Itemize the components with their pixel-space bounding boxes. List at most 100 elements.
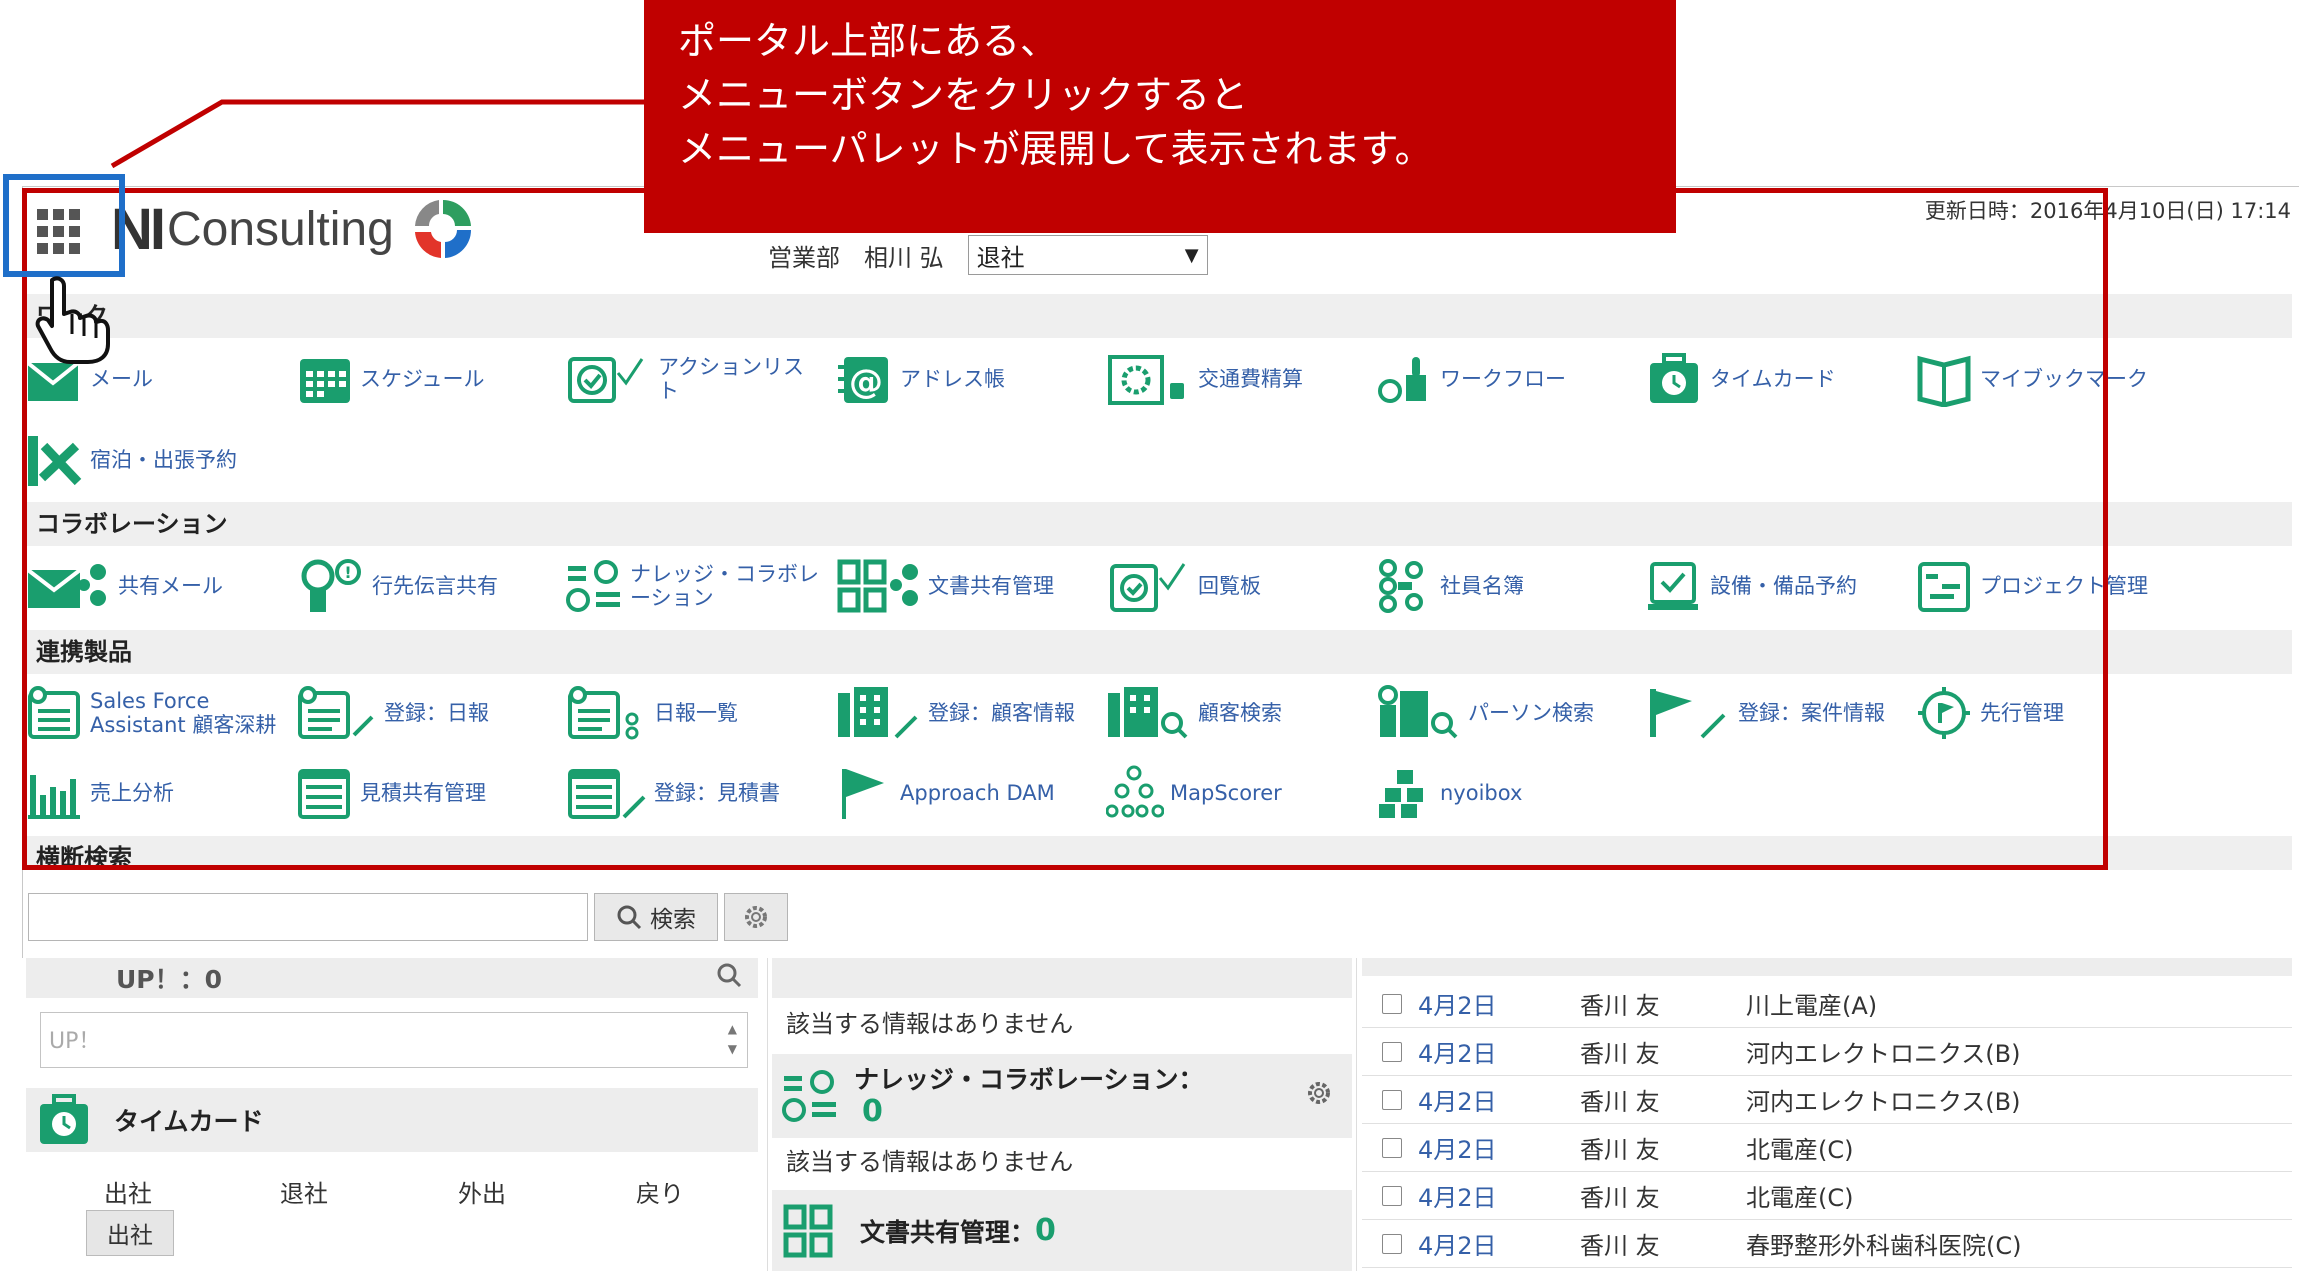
docs-title: 文書共有管理： [860,1217,1036,1247]
portal-content: UP！：0 UP！ ▲ ▼ タイムカード 出社 退社 外出 戻り 出社 該当する情… [22,958,2299,1271]
timecard-panel-header: タイムカード [26,1088,758,1152]
menu-item-register-daily-report[interactable]: 登録：日報 [296,678,564,748]
logo-ni: NI [111,196,166,262]
table-row[interactable]: 4月2日 香川 友川上電産(A) [1362,980,2292,1028]
spinner-arrows-icon[interactable]: ▲ ▼ [728,1019,737,1059]
table-row[interactable]: 4月2日 香川 友北電産(C) [1362,1124,2292,1172]
menu-item-knowledge[interactable]: ナレッジ・コラボレーション [566,551,834,621]
row-checkbox[interactable] [1382,1233,1402,1254]
search-button[interactable]: 検索 [594,893,718,941]
svg-text:!: ! [344,563,351,582]
building-search-icon [1108,687,1188,739]
cross-search-input[interactable] [28,893,588,941]
section-collaboration: コラボレーション [22,502,2292,546]
person-search-icon [1378,685,1458,739]
up-input[interactable]: UP！ ▲ ▼ [40,1012,748,1068]
menu-item-bookmark[interactable]: マイブックマーク [1916,344,2184,414]
timecard-icon [1650,353,1698,403]
knowledge-panel-header: ナレッジ・コラボレーション： 0 [772,1054,1352,1138]
callout-line-2: メニューボタンをクリックすると [678,73,1249,117]
search-button-label: 検索 [650,907,696,933]
menu-item-address-book[interactable]: @ アドレス帳 [836,344,1104,414]
section-linked-products: 連携製品 [22,630,2292,674]
menu-palette: ワーク メール スケジュール アクションリスト @ アドレス帳 交通費精算 ワー… [22,290,2292,870]
menu-item-customer-search[interactable]: 顧客検索 [1106,678,1374,748]
menu-item-sfa-customer[interactable]: Sales Force Assistant 顧客深耕 [26,678,294,748]
status-value: 退社 [976,243,1025,272]
facility-icon [1648,562,1698,610]
menu-item-nyoibox[interactable]: nyoibox [1376,758,1644,828]
menu-item-action-list[interactable]: アクションリスト [566,344,834,414]
menu-item-estimate-sharing[interactable]: 見積共有管理 [296,758,564,828]
daily-report-edit-icon [298,686,374,739]
menu-item-daily-report-list[interactable]: 日報一覧 [566,678,834,748]
timecard-col-in: 出社 [104,1180,152,1208]
section-cross-search: 横断検索 [22,836,2292,870]
knowledge-icon [782,1070,836,1122]
menu-item-workflow[interactable]: ワークフロー [1376,344,1644,414]
menu-item-schedule[interactable]: スケジュール [296,344,564,414]
boxes-icon [1377,768,1425,820]
menu-item-sales-analysis[interactable]: 売上分析 [26,758,294,828]
menu-item-circular[interactable]: 回覧板 [1106,551,1374,621]
dropdown-arrow-icon: ▼ [1184,244,1199,266]
right-panel-header [1362,958,2292,976]
table-row[interactable]: 4月2日 香川 友河内エレクトロニクス(B) [1362,1076,2292,1124]
menu-item-person-search[interactable]: パーソン検索 [1376,678,1644,748]
menu-item-expense[interactable]: 交通費精算 [1106,344,1374,414]
menu-item-destination-message[interactable]: ! 行先伝言共有 [296,551,564,621]
gear-icon[interactable] [1306,1080,1332,1106]
table-row[interactable]: 4月2日 香川 友河内エレクトロニクス(B) [1362,1028,2292,1076]
expense-icon [1108,355,1184,405]
department-label: 営業部 [768,243,840,272]
shared-mail-icon [26,564,106,608]
menu-item-facility-reservation[interactable]: 設備・備品予約 [1646,551,1914,621]
knowledge-icon [566,560,620,612]
no-info-text-2: 該当する情報はありません [786,1148,1074,1176]
menu-item-project[interactable]: プロジェクト管理 [1916,551,2184,621]
callout-box: ポータル上部にある、 メニューボタンをクリックすると メニューパレットが展開して… [644,0,1676,233]
row-checkbox[interactable] [1382,1137,1402,1158]
menu-item-employee-directory[interactable]: 社員名簿 [1376,551,1644,621]
row-checkbox[interactable] [1382,1089,1402,1110]
table-row[interactable]: 4月2日 香川 友北電産(C) [1362,1172,2292,1220]
menu-item-document-sharing[interactable]: 文書共有管理 [836,551,1104,621]
up-title: UP！：0 [116,965,223,994]
search-icon[interactable] [716,962,742,988]
attendance-status-select[interactable]: 退社 ▼ [967,235,1208,275]
clock-in-button[interactable]: 出社 [86,1210,174,1256]
no-info-text-1: 該当する情報はありません [786,1010,1074,1038]
flag-icon [842,769,884,819]
menu-item-lodging[interactable]: 宿泊・出張予約 [26,425,294,495]
menu-item-advance-management[interactable]: 先行管理 [1916,678,2184,748]
tree-diagram-icon [1106,765,1164,818]
timecard-col-out: 退社 [280,1180,328,1208]
user-area: 営業部 相川 弘 退社 ▼ [768,235,1208,275]
updated-datetime: 更新日時：2016年4月10日(日) 17:14 [1924,199,2291,223]
section-work: ワーク [22,294,2292,338]
row-checkbox[interactable] [1382,993,1402,1014]
search-settings-button[interactable] [724,893,788,941]
callout-line-1: ポータル上部にある、 [678,19,1059,63]
menu-item-mapscorer[interactable]: MapScorer [1106,758,1374,828]
bar-chart-icon [28,775,80,819]
search-icon [617,905,642,930]
menu-item-shared-mail[interactable]: 共有メール [26,551,294,621]
table-row[interactable]: 4月2日 香川 友春野整形外科歯科医院(C) [1362,1220,2292,1268]
menu-grid-icon[interactable] [37,209,83,255]
target-flag-icon [1918,687,1970,739]
row-checkbox[interactable] [1382,1041,1402,1062]
knowledge-title: ナレッジ・コラボレーション： [854,1065,1204,1094]
airplane-icon [28,436,82,486]
workflow-icon [1378,357,1426,403]
menu-item-approach-dam[interactable]: Approach DAM [836,758,1104,828]
row-checkbox[interactable] [1382,1185,1402,1206]
up-panel-header: UP！：0 [26,958,758,998]
menu-item-register-deal[interactable]: 登録：案件情報 [1646,678,1914,748]
document-share-icon [837,559,918,613]
menu-item-register-customer[interactable]: 登録：顧客情報 [836,678,1104,748]
menu-item-timecard[interactable]: タイムカード [1646,344,1914,414]
menu-item-register-estimate[interactable]: 登録：見積書 [566,758,834,828]
estimate-edit-icon [568,769,646,819]
docs-count: 0 [1035,1213,1056,1248]
